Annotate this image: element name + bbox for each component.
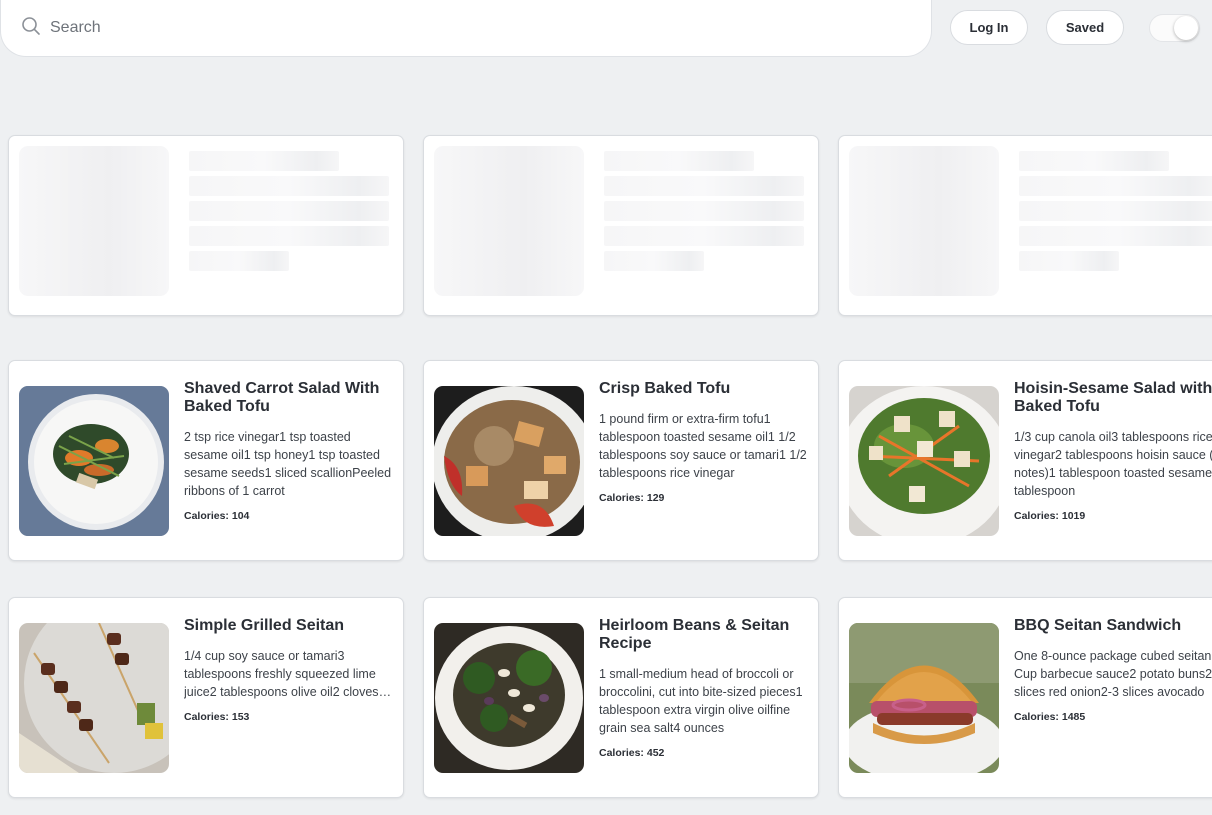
skeleton-card [423, 135, 819, 316]
skeleton-card [8, 135, 404, 316]
recipe-image [434, 623, 584, 773]
recipe-card[interactable]: BBQ Seitan Sandwich One 8-ounce package … [838, 597, 1212, 798]
skeleton-line [189, 226, 389, 246]
recipe-title[interactable]: Simple Grilled Seitan [184, 617, 396, 635]
skeleton-line [189, 201, 389, 221]
skeleton-line [1019, 176, 1212, 196]
search-icon [21, 16, 41, 41]
skeleton-line [1019, 201, 1212, 221]
recipe-title[interactable]: Heirloom Beans & Seitan Recipe [599, 617, 811, 653]
recipe-title[interactable]: Crisp Baked Tofu [599, 380, 811, 398]
recipe-calories: Calories: 153 [184, 711, 250, 723]
skeleton-image [19, 146, 169, 296]
recipe-title[interactable]: Hoisin-Sesame Salad with Baked Tofu [1014, 380, 1212, 416]
skeleton-line [1019, 251, 1119, 271]
recipe-calories: Calories: 452 [599, 747, 665, 759]
recipe-ingredients: 1 small-medium head of broccoli or brocc… [599, 667, 803, 735]
skeleton-line [604, 226, 804, 246]
skeleton-line [189, 251, 289, 271]
skeleton-image [434, 146, 584, 296]
recipe-image [19, 623, 169, 773]
skeleton-image [849, 146, 999, 296]
recipe-calories: Calories: 1485 [1014, 711, 1086, 723]
recipe-card[interactable]: Hoisin-Sesame Salad with Baked Tofu 1/3 … [838, 360, 1212, 561]
skeleton-line [189, 151, 339, 171]
recipe-card[interactable]: Heirloom Beans & Seitan Recipe 1 small-m… [423, 597, 819, 798]
search-input[interactable] [50, 19, 870, 37]
skeleton-line [1019, 151, 1169, 171]
skeleton-line [604, 201, 804, 221]
recipe-calories: Calories: 104 [184, 510, 250, 522]
recipe-image [19, 386, 169, 536]
theme-toggle[interactable] [1149, 14, 1200, 42]
recipe-title[interactable]: BBQ Seitan Sandwich [1014, 617, 1212, 635]
skeleton-card [838, 135, 1212, 316]
recipe-image [434, 386, 584, 536]
search-bar[interactable] [0, 0, 932, 57]
login-button[interactable]: Log In [950, 10, 1028, 45]
skeleton-line [604, 251, 704, 271]
recipe-ingredients: 1 pound firm or extra-firm tofu1 tablesp… [599, 412, 807, 480]
toggle-knob [1174, 16, 1198, 40]
recipe-card[interactable]: Shaved Carrot Salad With Baked Tofu 2 ts… [8, 360, 404, 561]
recipe-card[interactable]: Simple Grilled Seitan 1/4 cup soy sauce … [8, 597, 404, 798]
recipe-ingredients: 1/4 cup soy sauce or tamari3 tablespoons… [184, 649, 379, 699]
skeleton-line [604, 151, 754, 171]
recipe-ingredients: One 8-ounce package cubed seitan1/3 Cup … [1014, 649, 1212, 699]
recipe-ingredients: 1/3 cup canola oil3 tablespoons rice vin… [1014, 430, 1212, 498]
recipe-image [849, 386, 999, 536]
recipe-calories: Calories: 1019 [1014, 510, 1086, 522]
skeleton-line [1019, 226, 1212, 246]
recipe-ingredients: 2 tsp rice vinegar1 tsp toasted sesame o… [184, 430, 392, 498]
recipe-title[interactable]: Shaved Carrot Salad With Baked Tofu [184, 380, 396, 416]
saved-button[interactable]: Saved [1046, 10, 1124, 45]
skeleton-line [189, 176, 389, 196]
recipe-card[interactable]: Crisp Baked Tofu 1 pound firm or extra-f… [423, 360, 819, 561]
skeleton-line [604, 176, 804, 196]
recipe-image [849, 623, 999, 773]
recipe-calories: Calories: 129 [599, 492, 665, 504]
